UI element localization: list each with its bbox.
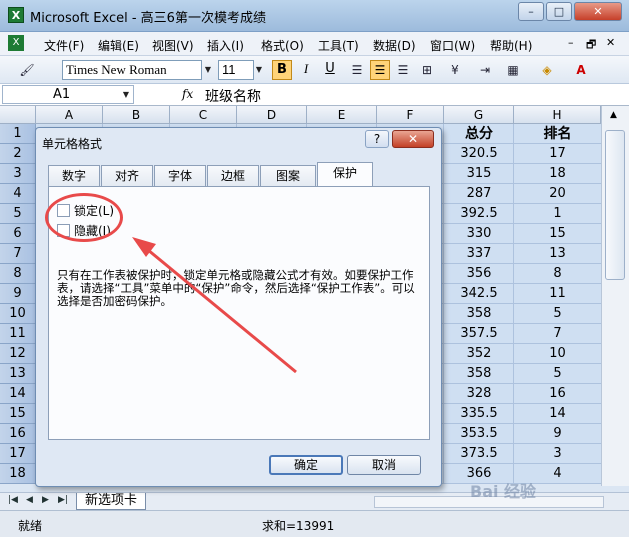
watermark: Bai 经验 <box>470 482 537 501</box>
annotation-arrow <box>132 237 297 374</box>
